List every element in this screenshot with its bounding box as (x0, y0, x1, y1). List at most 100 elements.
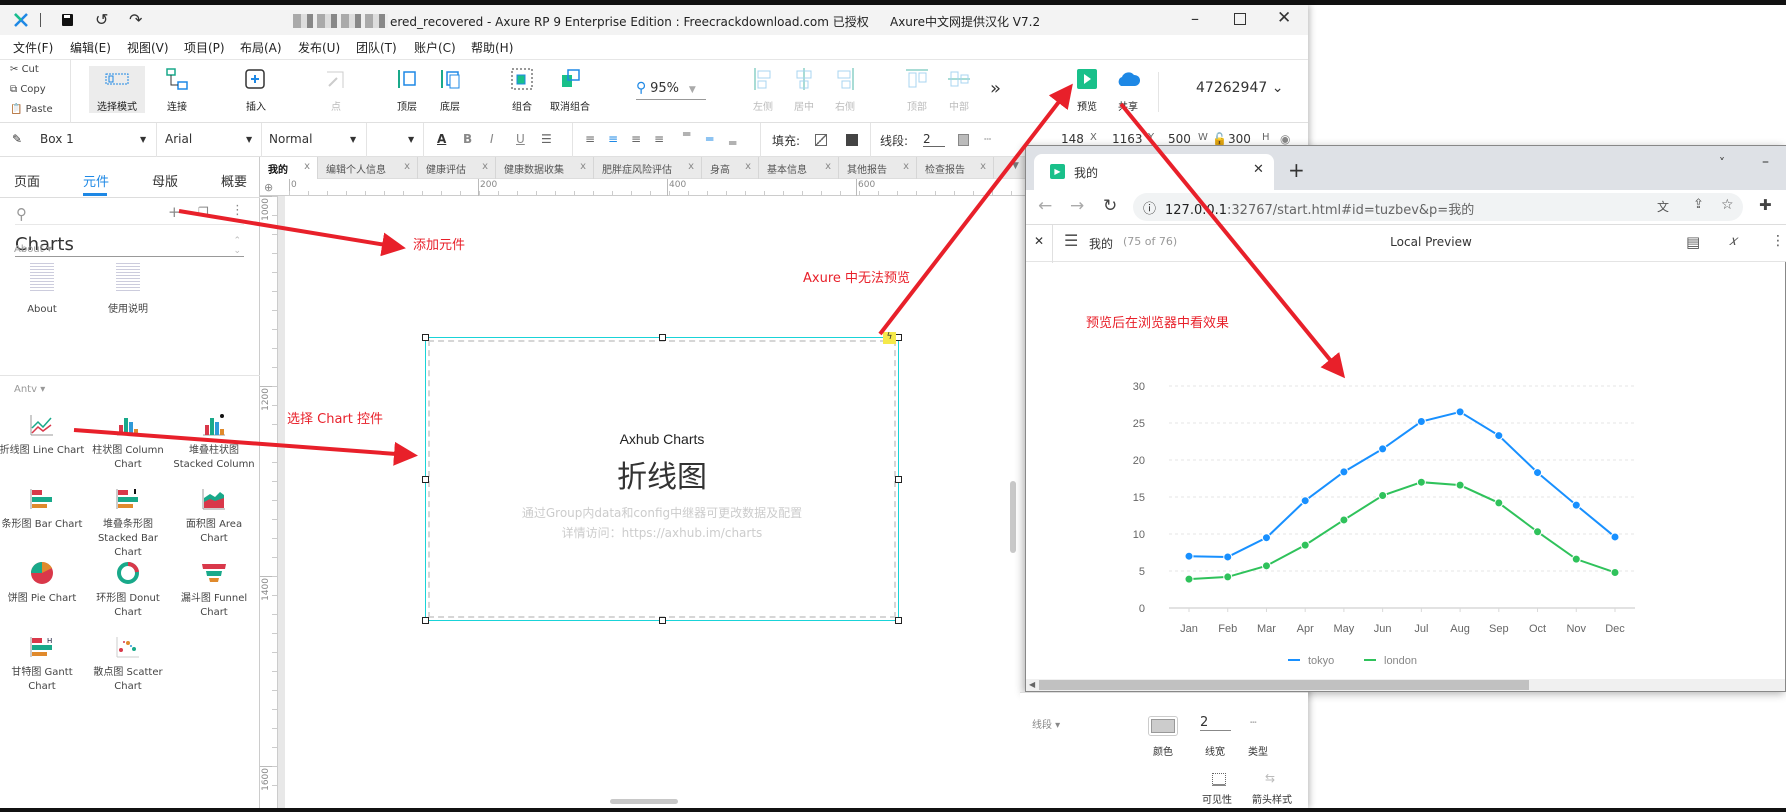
bullet-list-icon[interactable]: ☰ (541, 132, 552, 146)
line-color-swatch[interactable] (958, 134, 969, 146)
panel-tab[interactable]: 概要 (221, 171, 247, 190)
library-group-header[interactable]: Antv ▾ (14, 384, 45, 395)
close-tab-icon[interactable]: x (688, 161, 694, 172)
document-tab[interactable]: 编辑个人信息 x (318, 157, 418, 179)
close-tab-icon[interactable]: x (482, 161, 488, 172)
justify-text-icon[interactable]: ≡ (654, 132, 664, 146)
line-type-icon[interactable]: ┄ (984, 132, 991, 146)
fill-shadow-swatch[interactable] (846, 134, 858, 146)
library-item-chart[interactable]: 饼图 Pie Chart (0, 560, 85, 606)
chevron-down-icon[interactable]: ▼ (140, 135, 146, 144)
document-tab[interactable]: 基本信息 x (759, 157, 839, 179)
close-tab-icon[interactable]: x (903, 161, 909, 172)
resize-handle[interactable] (422, 334, 429, 341)
forward-icon[interactable]: → (1070, 196, 1084, 216)
scroll-left-icon[interactable]: ◀ (1029, 680, 1035, 689)
new-tab-button[interactable]: + (1288, 158, 1305, 182)
cut-button[interactable]: ✂ Cut (10, 64, 39, 75)
menu-item[interactable]: 布局(A) (240, 39, 282, 56)
toolbar-send-back-button[interactable]: 底层 (422, 66, 478, 113)
document-tab[interactable]: 健康评估 x (418, 157, 496, 179)
arrow-style-icon[interactable]: ⇆ (1265, 771, 1275, 785)
redo-icon[interactable]: ↷ (129, 10, 142, 29)
align-center-text-icon[interactable]: ≡ (608, 132, 618, 146)
close-tab-icon[interactable]: x (580, 161, 586, 172)
text-color-icon[interactable]: A (437, 132, 446, 146)
document-tab[interactable]: 健康数据收集 x (496, 157, 594, 179)
variables-icon[interactable]: 𝑥 (1729, 233, 1737, 249)
toolbar-ungroup-button[interactable]: 取消组合 (542, 66, 598, 113)
widget-name-field[interactable]: Box 1 (40, 132, 74, 146)
tab-search-chevron-icon[interactable]: ˅ (1719, 156, 1725, 170)
align-left-text-icon[interactable]: ≡ (585, 132, 595, 146)
valign-top-icon[interactable]: ═ (683, 127, 690, 141)
paste-button[interactable]: 📋 Paste (10, 104, 53, 115)
close-tab-icon[interactable]: x (825, 161, 831, 172)
valign-middle-icon[interactable]: ═ (706, 132, 713, 146)
horizontal-scrollbar[interactable]: ◀ (1026, 679, 1785, 691)
chevron-down-icon[interactable]: ▼ (408, 135, 414, 144)
library-group-header[interactable]: About ▾ (14, 244, 52, 255)
toolbar-insert-button[interactable]: 插入 (228, 66, 284, 113)
align-right-text-icon[interactable]: ≡ (631, 132, 641, 146)
menu-item[interactable]: 账户(C) (414, 39, 456, 56)
toolbar-overflow-button[interactable]: » (990, 78, 1001, 99)
interaction-lightning-icon[interactable]: ϟ (883, 332, 896, 344)
library-item[interactable]: About (0, 261, 85, 317)
document-tab[interactable]: 检查报告 x (917, 157, 994, 179)
share-icon[interactable]: ⇪ (1693, 197, 1704, 212)
panel-tab[interactable]: 元件 (83, 171, 109, 190)
minimize-icon[interactable]: – (1762, 154, 1769, 170)
close-tab-icon[interactable]: x (404, 161, 410, 172)
zoom-select[interactable]: ⚲ 95% ▼ (636, 80, 706, 100)
menu-item[interactable]: 项目(P) (184, 39, 225, 56)
site-info-icon[interactable]: ⓘ (1143, 198, 1156, 217)
menu-item[interactable]: 团队(T) (356, 39, 397, 56)
resize-handle[interactable] (659, 617, 666, 624)
toolbar-align-right-button[interactable]: 右侧 (817, 66, 873, 113)
save-icon[interactable] (61, 13, 74, 27)
toolbar-connect-button[interactable]: 连接 (149, 66, 205, 113)
horizontal-scrollbar[interactable] (610, 799, 678, 804)
tab-overflow-chevron-icon[interactable]: ▼ (1012, 161, 1019, 171)
library-item-chart[interactable]: 散点图 Scatter Chart (85, 634, 171, 694)
section-header[interactable]: 线段 ▾ (1032, 716, 1060, 731)
translate-icon[interactable]: 文 (1657, 198, 1669, 215)
line-chart-widget[interactable]: ϟ Axhub Charts 折线图 通过Group内data和config中继… (422, 332, 902, 624)
library-item-chart[interactable]: 柱状图 Column Chart (85, 412, 171, 472)
italic-icon[interactable]: I (490, 132, 494, 146)
reload-icon[interactable]: ↻ (1103, 196, 1117, 216)
library-item-chart[interactable]: 面积图 Area Chart (171, 486, 257, 546)
url-input[interactable]: ⓘ 127.0.0.1:32767/start.html#id=tuzbev&p… (1133, 193, 1743, 221)
document-tab[interactable]: 肥胖症风险评估 x (594, 157, 702, 179)
add-library-button[interactable]: + (168, 203, 181, 221)
toolbar-align-middle-button[interactable]: 中部 (931, 66, 987, 113)
menu-item[interactable]: 文件(F) (13, 39, 53, 56)
line-type-icon[interactable]: ┄ (1250, 716, 1257, 729)
document-tab[interactable]: 我的 x (260, 157, 318, 179)
close-tab-icon[interactable]: x (304, 161, 310, 172)
panel-tab[interactable]: 页面 (14, 171, 40, 190)
close-tab-icon[interactable]: ✕ (1253, 162, 1264, 177)
font-select[interactable]: Arial (165, 132, 192, 146)
library-item-chart[interactable]: 堆叠条形图 Stacked Bar Chart (85, 486, 171, 560)
extensions-puzzle-icon[interactable]: ✚ (1759, 196, 1772, 214)
resize-handle[interactable] (895, 334, 902, 341)
line-color-button[interactable] (1148, 716, 1178, 736)
back-icon[interactable]: ← (1038, 196, 1052, 216)
document-tab[interactable]: 身高 x (702, 157, 759, 179)
document-tab[interactable]: 其他报告 x (839, 157, 917, 179)
menu-item[interactable]: 编辑(E) (70, 39, 111, 56)
menu-item[interactable]: 发布(U) (298, 39, 340, 56)
resize-handle[interactable] (895, 617, 902, 624)
chevron-down-icon[interactable]: ▼ (246, 135, 252, 144)
vertical-scrollbar[interactable] (1010, 481, 1016, 553)
copy-button[interactable]: ⧉ Copy (10, 84, 46, 95)
resize-handle[interactable] (422, 617, 429, 624)
line-width-input[interactable]: 2 (1200, 715, 1231, 731)
close-tab-icon[interactable]: x (745, 161, 751, 172)
panel-tab[interactable]: 母版 (152, 171, 178, 190)
library-item-chart[interactable]: 环形图 Donut Chart (85, 560, 171, 620)
close-tab-icon[interactable]: x (980, 161, 986, 172)
more-options-icon[interactable]: ⋮ (231, 203, 244, 218)
